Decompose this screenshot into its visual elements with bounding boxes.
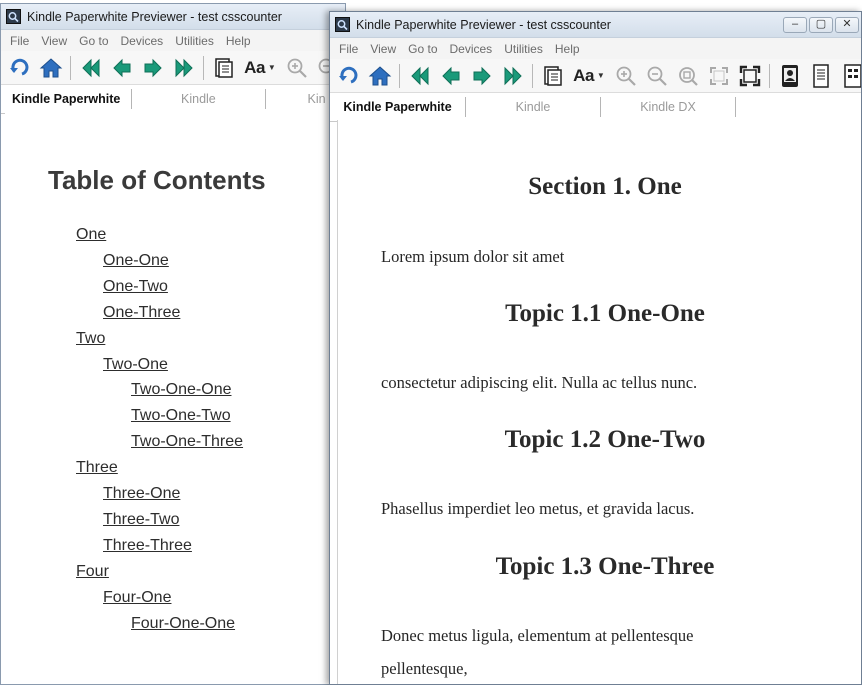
zoom-out-icon[interactable] [641, 62, 672, 90]
title-bar[interactable]: Kindle Paperwhite Previewer - test cssco… [330, 12, 861, 38]
toc-page-icon[interactable] [208, 54, 239, 82]
menu-devices[interactable]: Devices [444, 42, 499, 56]
toc-link[interactable]: One-Three [103, 304, 180, 322]
menu-help[interactable]: Help [549, 42, 586, 56]
paragraph: Lorem ipsum dolor sit amet [381, 247, 565, 266]
device-portrait-icon[interactable] [774, 62, 805, 90]
zoom-fit-icon[interactable] [672, 62, 703, 90]
menu-bar: File View Go to Devices Utilities Help [330, 38, 861, 59]
previous-page-icon[interactable] [435, 62, 466, 90]
menu-goto[interactable]: Go to [73, 34, 114, 48]
fit-page-icon[interactable] [703, 62, 734, 90]
previewer-window-back[interactable]: Kindle Paperwhite Previewer - test cssco… [0, 3, 346, 685]
tab-kindle-paperwhite[interactable]: Kindle Paperwhite [1, 89, 133, 109]
toolbar-separator [203, 55, 204, 80]
toolbar: Aa ▼ [1, 51, 345, 85]
grid-view-icon[interactable] [836, 62, 861, 90]
topic-heading: Topic 1.2 One-Two [504, 426, 706, 453]
zoom-in-icon[interactable] [610, 62, 641, 90]
toolbar: Aa ▼ [330, 59, 861, 93]
font-size-icon[interactable]: Aa ▼ [239, 54, 281, 82]
next-page-icon[interactable] [137, 54, 168, 82]
tab-kindle[interactable]: Kindle [132, 89, 266, 109]
section-heading: Section 1. One [528, 173, 682, 200]
tab-kindle-dx[interactable]: Kindle DX [601, 97, 736, 117]
zoom-in-icon[interactable] [281, 54, 312, 82]
font-button-label: Aa [573, 65, 594, 85]
menu-view[interactable]: View [364, 42, 402, 56]
toc-link[interactable]: Four [76, 563, 109, 581]
toolbar-separator [399, 63, 400, 88]
menu-view[interactable]: View [35, 34, 73, 48]
font-size-icon[interactable]: Aa ▼ [568, 62, 610, 90]
font-button-label: Aa [244, 57, 265, 77]
toc-page: Table of Contents One One-One One-Two One-T… [5, 113, 345, 684]
toc-link[interactable]: One [76, 226, 106, 244]
home-icon[interactable] [364, 62, 395, 90]
toc-link[interactable]: Two [76, 330, 105, 348]
menu-utilities[interactable]: Utilities [169, 34, 220, 48]
tab-kindle-paperwhite[interactable]: Kindle Paperwhite [330, 97, 466, 117]
toc-page-icon[interactable] [537, 62, 568, 90]
document-icon[interactable] [805, 62, 836, 90]
menu-goto[interactable]: Go to [402, 42, 443, 56]
rotate-icon[interactable] [333, 62, 364, 90]
menu-file[interactable]: File [4, 34, 35, 48]
paragraph: consectetur adipiscing elit. Nulla ac te… [381, 373, 698, 392]
menu-bar: File View Go to Devices Utilities Help [1, 30, 345, 51]
chevron-down-icon: ▼ [596, 71, 605, 80]
app-icon [335, 17, 350, 32]
window-title: Kindle Paperwhite Previewer - test cssco… [356, 17, 611, 32]
device-tabs: Kindle Paperwhite Kindle Kin [1, 85, 345, 114]
previous-page-icon[interactable] [106, 54, 137, 82]
topic-heading: Topic 1.1 One-One [505, 300, 705, 327]
book-page: Section 1. One Lorem ipsum dolor sit ame… [337, 120, 861, 684]
menu-utilities[interactable]: Utilities [498, 42, 549, 56]
toc-link[interactable]: Two-One-One [131, 381, 231, 399]
device-tabs: Kindle Paperwhite Kindle Kindle DX [330, 93, 861, 122]
paragraph: Donec metus ligula, elementum at pellent… [381, 626, 694, 645]
tab-kindle[interactable]: Kindle [466, 97, 601, 117]
toc-link[interactable]: Two-One [103, 356, 168, 374]
paragraph: Phasellus imperdiet leo metus, et gravid… [381, 499, 695, 518]
window-controls: – ▢ ✕ [783, 16, 861, 33]
title-bar[interactable]: Kindle Paperwhite Previewer - test cssco… [1, 4, 345, 30]
next-page-icon[interactable] [466, 62, 497, 90]
topic-heading: Topic 1.3 One-Three [495, 553, 715, 580]
full-screen-icon[interactable] [734, 62, 765, 90]
home-icon[interactable] [35, 54, 66, 82]
chevron-down-icon: ▼ [267, 63, 276, 72]
minimize-icon[interactable]: – [783, 16, 807, 33]
toc-link[interactable]: One-Two [103, 278, 168, 296]
toc-link[interactable]: Three-Three [103, 537, 192, 555]
toc-link[interactable]: Three [76, 459, 118, 477]
maximize-icon[interactable]: ▢ [809, 16, 833, 33]
toc-link[interactable]: Two-One-Three [131, 433, 243, 451]
window-title: Kindle Paperwhite Previewer - test cssco… [27, 9, 282, 24]
toc-link[interactable]: Two-One-Two [131, 407, 231, 425]
last-page-icon[interactable] [168, 54, 199, 82]
first-page-icon[interactable] [404, 62, 435, 90]
toc-title: Table of Contents [48, 165, 266, 195]
toc-link[interactable]: Three-One [103, 485, 180, 503]
app-icon [6, 9, 21, 24]
first-page-icon[interactable] [75, 54, 106, 82]
toc-link[interactable]: Four-One [103, 589, 171, 607]
toolbar-separator [70, 55, 71, 80]
previewer-window-front[interactable]: Kindle Paperwhite Previewer - test cssco… [329, 11, 862, 685]
toc-link[interactable]: One-One [103, 252, 169, 270]
menu-help[interactable]: Help [220, 34, 257, 48]
menu-devices[interactable]: Devices [115, 34, 170, 48]
toolbar-separator [532, 63, 533, 88]
toolbar-separator [769, 63, 770, 88]
toc-link[interactable]: Three-Two [103, 511, 179, 529]
last-page-icon[interactable] [497, 62, 528, 90]
paragraph-continued: pellentesque, [381, 659, 468, 678]
menu-file[interactable]: File [333, 42, 364, 56]
toc-link[interactable]: Four-One-One [131, 615, 235, 633]
rotate-icon[interactable] [4, 54, 35, 82]
close-icon[interactable]: ✕ [835, 16, 859, 33]
